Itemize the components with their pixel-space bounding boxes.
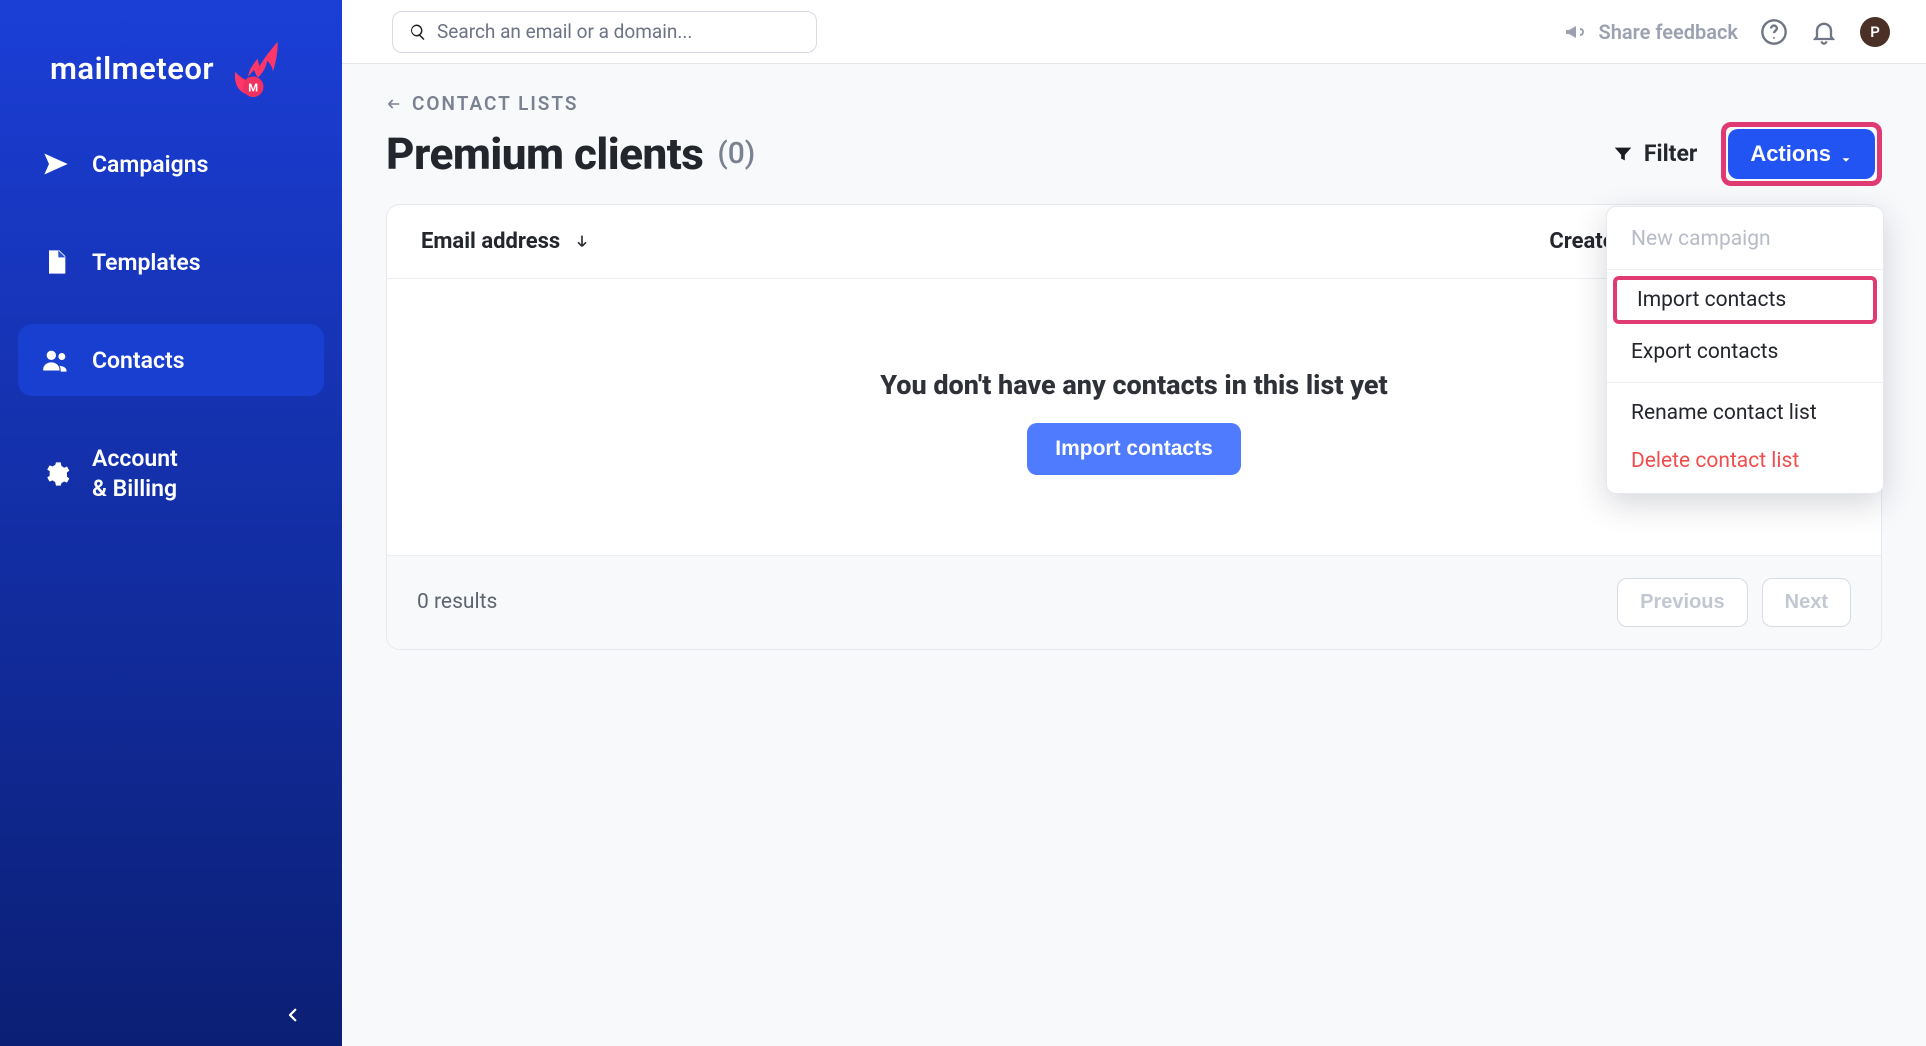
meteor-icon: M (226, 38, 286, 98)
file-icon (42, 248, 70, 276)
share-feedback-button[interactable]: Share feedback (1563, 20, 1739, 44)
highlight-actions: Actions (1721, 122, 1882, 186)
menu-item-import-contacts[interactable]: Import contacts (1613, 276, 1877, 324)
page-title: Premium clients (386, 128, 703, 180)
column-email-label: Email address (421, 229, 560, 254)
brand-name: mailmeteor (50, 50, 214, 87)
sidebar: mailmeteor M Campaigns Template (0, 0, 342, 1046)
avatar[interactable]: P (1860, 17, 1890, 47)
topbar: Search an email or a domain... Share fee… (342, 0, 1926, 64)
people-icon (42, 346, 70, 374)
menu-item-export-contacts[interactable]: Export contacts (1607, 328, 1883, 376)
filter-button[interactable]: Filter (1612, 140, 1697, 167)
help-button[interactable] (1760, 18, 1788, 46)
notifications-button[interactable] (1810, 18, 1838, 46)
megaphone-icon (1563, 20, 1587, 44)
next-button[interactable]: Next (1762, 578, 1851, 627)
results-count: 0 results (417, 590, 497, 614)
card-footer: 0 results Previous Next (387, 556, 1881, 649)
send-icon (42, 150, 70, 178)
gear-icon (42, 460, 70, 488)
sidebar-item-templates[interactable]: Templates (18, 226, 324, 298)
column-email[interactable]: Email address (421, 229, 590, 254)
filter-icon (1612, 143, 1634, 165)
collapse-sidebar-button[interactable] (284, 1006, 302, 1028)
menu-item-rename-list[interactable]: Rename contact list (1607, 389, 1883, 437)
filter-label: Filter (1644, 140, 1697, 167)
actions-button[interactable]: Actions (1728, 129, 1875, 179)
avatar-initial: P (1870, 23, 1880, 41)
help-icon (1760, 18, 1788, 46)
chevron-down-icon (1839, 147, 1853, 161)
sidebar-item-label: Templates (92, 249, 201, 276)
sidebar-item-label: Contacts (92, 347, 185, 374)
sidebar-item-contacts[interactable]: Contacts (18, 324, 324, 396)
bell-icon (1810, 18, 1838, 46)
import-contacts-button[interactable]: Import contacts (1027, 423, 1241, 475)
menu-separator (1607, 269, 1883, 270)
sidebar-item-label: Account & Billing (92, 444, 178, 504)
search-icon (409, 23, 427, 41)
search-placeholder: Search an email or a domain... (437, 20, 692, 43)
page-count: (0) (717, 136, 755, 171)
svg-text:M: M (248, 81, 258, 94)
sidebar-item-label: Campaigns (92, 151, 208, 178)
content: CONTACT LISTS Premium clients (0) Filter… (342, 64, 1926, 1046)
sidebar-item-account-billing[interactable]: Account & Billing (18, 422, 324, 526)
menu-separator (1607, 382, 1883, 383)
previous-button[interactable]: Previous (1617, 578, 1747, 627)
breadcrumb-label: CONTACT LISTS (412, 92, 579, 115)
search-input[interactable]: Search an email or a domain... (392, 11, 817, 53)
breadcrumb[interactable]: CONTACT LISTS (386, 92, 579, 115)
actions-label: Actions (1750, 141, 1831, 167)
menu-item-delete-list[interactable]: Delete contact list (1607, 437, 1883, 485)
chevron-left-icon (386, 96, 402, 112)
sidebar-item-campaigns[interactable]: Campaigns (18, 128, 324, 200)
brand-logo[interactable]: mailmeteor M (0, 24, 342, 128)
arrow-down-icon (574, 233, 590, 249)
share-feedback-label: Share feedback (1599, 20, 1739, 44)
sidebar-nav: Campaigns Templates Contacts Account & B… (0, 128, 342, 552)
actions-menu: New campaign Import contacts Export cont… (1606, 206, 1884, 494)
menu-item-new-campaign[interactable]: New campaign (1607, 215, 1883, 263)
